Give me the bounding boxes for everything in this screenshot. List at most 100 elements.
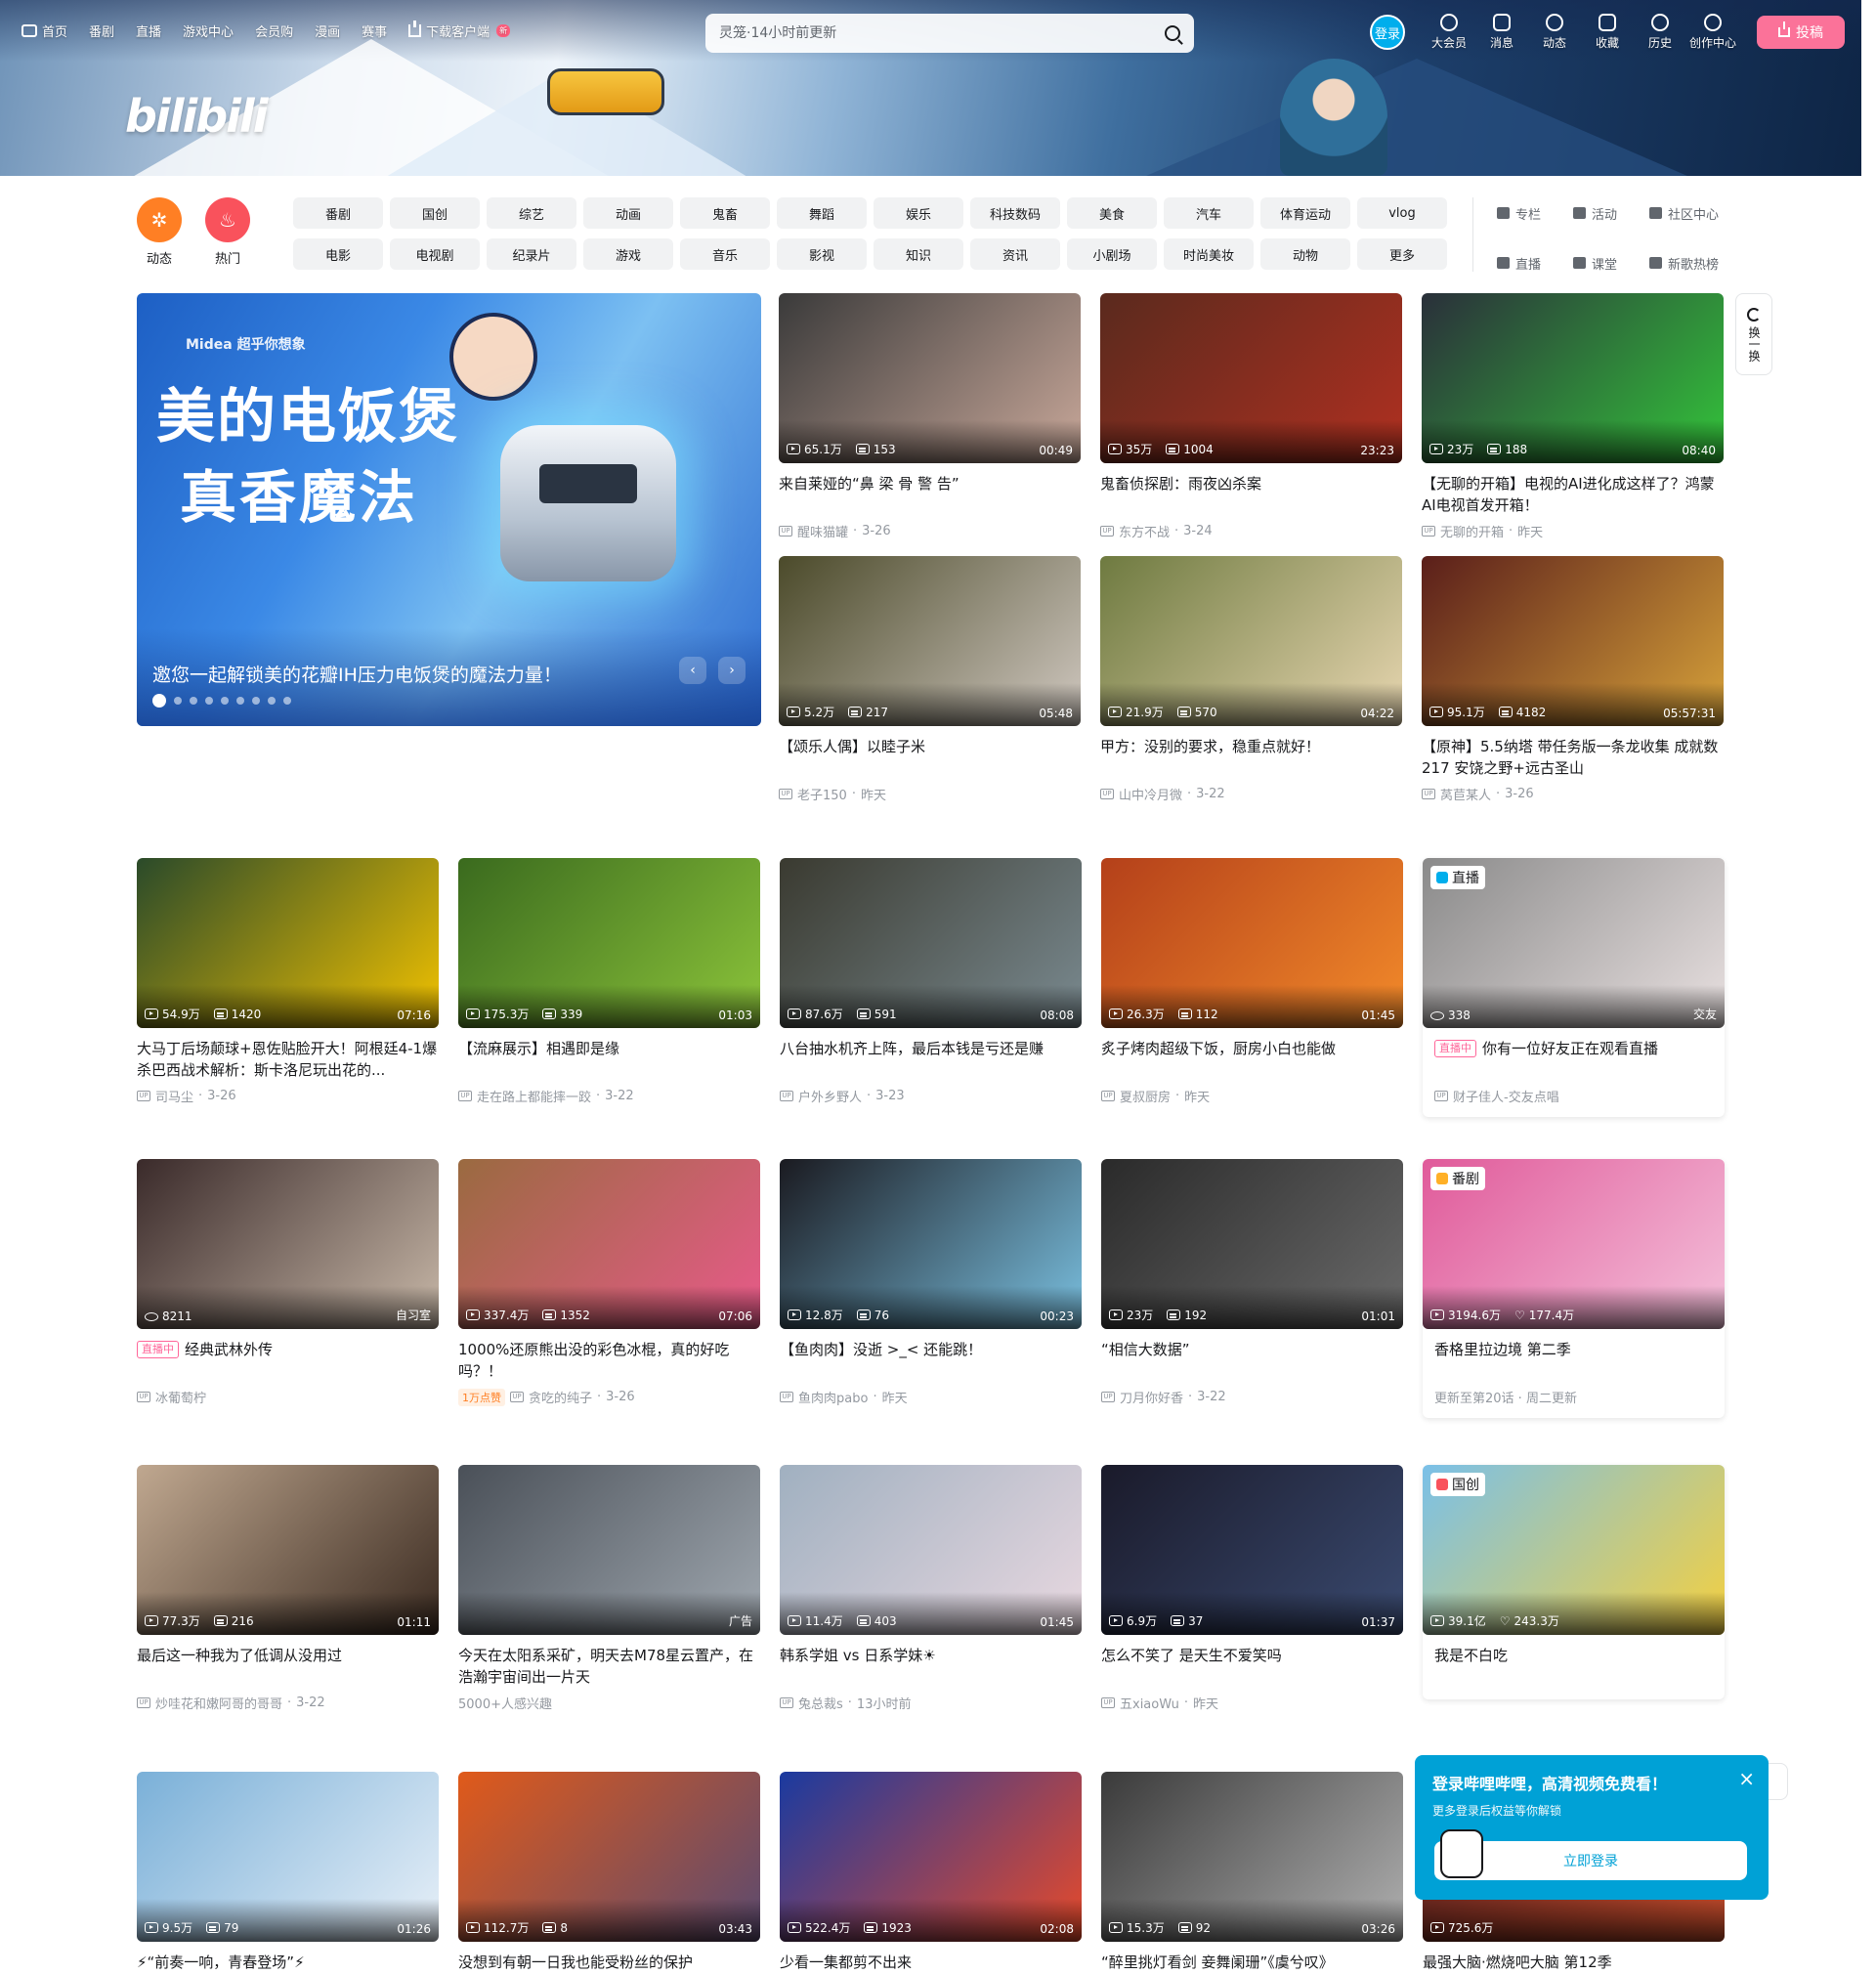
video-thumbnail[interactable]: 9.5万 79 01:26 — [137, 1772, 439, 1942]
video-card[interactable]: 35万 1004 23:23 鬼畜侦探剧：雨夜凶杀案 UP 东方不战 · 3-24 — [1100, 293, 1402, 540]
upload-button[interactable]: 投稿 — [1757, 16, 1845, 49]
video-thumbnail[interactable]: 522.4万 1923 02:08 — [780, 1772, 1082, 1942]
video-thumbnail[interactable]: 26.3万 112 01:45 — [1101, 858, 1403, 1028]
channel-tag[interactable]: 动物 — [1260, 238, 1350, 270]
video-card[interactable]: 广告 今天在太阳系采矿，明天去M78星云置产，在浩瀚宇宙间出一片天 5000+人感兴… — [458, 1465, 760, 1712]
video-title[interactable]: 我是不白吃 — [1423, 1645, 1725, 1688]
video-title[interactable]: 【原神】5.5纳塔 带任务版一条龙收集 成就数217 安饶之野+远古圣山 — [1422, 736, 1724, 779]
video-card[interactable]: 21.9万 570 04:22 甲方：没别的要求，稳重点就好！ UP 山中冷月微 · 3-22 — [1100, 556, 1402, 803]
video-thumbnail[interactable]: 87.6万 591 08:08 — [780, 858, 1082, 1028]
login-button[interactable]: 登录 — [1370, 15, 1405, 50]
video-thumbnail[interactable]: 15.3万 92 03:26 — [1101, 1772, 1403, 1942]
video-title[interactable]: 香格里拉边境 第二季 — [1423, 1339, 1725, 1382]
video-card[interactable]: 8211 自习室 直播中 经典武林外传 UP 冰葡萄柠 — [137, 1159, 439, 1406]
video-card[interactable]: 95.1万 4182 05:57:31 【原神】5.5纳塔 带任务版一条龙收集 成就数… — [1422, 556, 1724, 803]
uploader-name[interactable]: 老子150 — [797, 785, 847, 803]
video-title[interactable]: 怎么不笑了 是天生不爱笑吗 — [1101, 1645, 1403, 1688]
carousel-prev-button[interactable]: ‹ — [679, 657, 706, 684]
video-card[interactable]: 26.3万 112 01:45 炙子烤肉超级下饭，厨房小白也能做 UP 夏叔厨房 · 昨天 — [1101, 858, 1403, 1105]
uploader-name[interactable]: 夏叔厨房 — [1120, 1087, 1171, 1105]
nav-favorites[interactable]: 收藏 — [1581, 14, 1634, 51]
video-thumbnail[interactable]: 23万 192 01:01 — [1101, 1159, 1403, 1329]
video-title[interactable]: 1000%还原熊出没的彩色冰棍，真的好吃吗？！ — [458, 1339, 760, 1382]
video-card[interactable]: 12.8万 76 00:23 【鱼肉肉】没逝 >_< 还能跳！ UP 鱼肉肉pabo · 昨天 — [780, 1159, 1082, 1406]
channel-tag[interactable]: 影视 — [777, 238, 867, 270]
uploader-name[interactable]: 刀月你好香 — [1120, 1388, 1183, 1406]
uploader-name[interactable]: 财子佳人-交友点唱 — [1453, 1087, 1559, 1105]
nav-game-center[interactable]: 游戏中心 — [183, 21, 234, 40]
video-card[interactable]: 112.7万 8 03:43 没想到有朝一日我也能受粉丝的保护 — [458, 1772, 760, 1975]
uploader-name[interactable]: 兔总裁s — [798, 1694, 843, 1712]
channel-tag[interactable]: 资讯 — [970, 238, 1060, 270]
video-thumbnail[interactable]: 337.4万 1352 07:06 — [458, 1159, 760, 1329]
uploader-name[interactable]: 东方不战 — [1119, 522, 1170, 540]
video-card[interactable]: 337.4万 1352 07:06 1000%还原熊出没的彩色冰棍，真的好吃吗？！ 1万… — [458, 1159, 760, 1406]
nav-home[interactable]: 首页 — [21, 21, 67, 40]
uploader-name[interactable]: 走在路上都能摔一跤 — [477, 1087, 591, 1105]
uploader-name[interactable]: 户外乡野人 — [798, 1087, 862, 1105]
channel-tag[interactable]: 纪录片 — [487, 238, 576, 270]
video-thumbnail[interactable]: 65.1万 153 00:49 — [779, 293, 1081, 463]
video-thumbnail[interactable]: 112.7万 8 03:43 — [458, 1772, 760, 1942]
video-card[interactable]: 直播 338 交友 直播中 你有一位好友正在观看直播 UP 财子佳人-交友点唱 — [1423, 858, 1725, 1117]
carousel-dot[interactable] — [205, 697, 213, 705]
video-title[interactable]: 【颂乐人偶】以睦子米 — [779, 736, 1081, 779]
video-title[interactable]: 最强大脑·燃烧吧大脑 第12季 — [1423, 1952, 1725, 1975]
carousel-dot[interactable] — [268, 697, 276, 705]
video-thumbnail[interactable]: 5.2万 217 05:48 — [779, 556, 1081, 726]
video-title[interactable]: 八台抽水机齐上阵，最后本钱是亏还是赚 — [780, 1038, 1082, 1081]
channel-tag[interactable]: 舞蹈 — [777, 197, 867, 229]
carousel-next-button[interactable]: › — [718, 657, 746, 684]
channel-tag[interactable]: vlog — [1357, 197, 1447, 229]
carousel-dot[interactable] — [236, 697, 244, 705]
uploader-name[interactable]: 炒哇花和嫩阿哥的哥哥 — [155, 1694, 282, 1712]
video-thumbnail[interactable]: 54.9万 1420 07:16 — [137, 858, 439, 1028]
channel-extra-link[interactable]: 课堂 — [1573, 247, 1649, 279]
channel-tag[interactable]: 鬼畜 — [680, 197, 770, 229]
nav-creator-center[interactable]: 创作中心 — [1686, 14, 1739, 51]
channel-tag[interactable]: 时尚美妆 — [1164, 238, 1254, 270]
video-title[interactable]: 最后这一种我为了低调从没用过 — [137, 1645, 439, 1688]
video-title[interactable]: 大马丁后场颠球+恩佐贴脸开大！阿根廷4-1爆杀巴西战术解析：斯卡洛尼玩出花的..… — [137, 1038, 439, 1081]
video-thumbnail[interactable]: 35万 1004 23:23 — [1100, 293, 1402, 463]
video-thumbnail[interactable]: 6.9万 37 01:37 — [1101, 1465, 1403, 1635]
video-card[interactable]: 522.4万 1923 02:08 少看一集都剪不出来 — [780, 1772, 1082, 1975]
channel-extra-link[interactable]: 活动 — [1573, 197, 1649, 229]
video-title[interactable]: 炙子烤肉超级下饭，厨房小白也能做 — [1101, 1038, 1403, 1081]
channel-extra-link[interactable]: 直播 — [1497, 247, 1573, 279]
carousel-caption[interactable]: 邀您一起解锁美的花瓣IH压力电饭煲的魔法力量！ — [152, 661, 562, 687]
refresh-button[interactable]: 换一换 — [1735, 293, 1772, 375]
video-thumbnail[interactable]: 21.9万 570 04:22 — [1100, 556, 1402, 726]
uploader-name[interactable]: 冰葡萄柠 — [155, 1388, 206, 1406]
uploader-name[interactable]: 山中冷月微 — [1119, 785, 1182, 803]
video-card[interactable]: 国创 39.1亿 ♡ 243.3万我是不白吃 — [1423, 1465, 1725, 1699]
channel-tag[interactable]: 更多 — [1357, 238, 1447, 270]
channel-hot[interactable]: ♨ 热门 — [205, 197, 250, 267]
uploader-name[interactable]: 莴苣某人 — [1440, 785, 1491, 803]
carousel-dot[interactable] — [174, 697, 182, 705]
uploader-name[interactable]: 五xiaoWu — [1120, 1694, 1179, 1712]
video-thumbnail[interactable]: 8211 自习室 — [137, 1159, 439, 1329]
nav-dynamic[interactable]: 动态 — [1528, 14, 1581, 51]
channel-tag[interactable]: 美食 — [1067, 197, 1157, 229]
carousel-dot[interactable] — [152, 694, 166, 708]
channel-tag[interactable]: 动画 — [583, 197, 673, 229]
channel-tag[interactable]: 娱乐 — [874, 197, 963, 229]
channel-extra-link[interactable]: 新歌热榜 — [1649, 247, 1726, 279]
nav-history[interactable]: 历史 — [1634, 14, 1686, 51]
video-thumbnail[interactable]: 95.1万 4182 05:57:31 — [1422, 556, 1724, 726]
video-thumbnail[interactable]: 直播 338 交友 — [1423, 858, 1725, 1028]
channel-tag[interactable]: 知识 — [874, 238, 963, 270]
video-card[interactable]: 9.5万 79 01:26 ⚡“前奏一响，青春登场”⚡ — [137, 1772, 439, 1975]
uploader-name[interactable]: 鱼肉肉pabo — [798, 1388, 868, 1406]
video-thumbnail[interactable]: 国创 39.1亿 ♡ 243.3万 — [1423, 1465, 1725, 1635]
channel-extra-link[interactable]: 社区中心 — [1649, 197, 1726, 229]
video-card[interactable]: 175.3万 339 01:03 【流麻展示】相遇即是缘 UP 走在路上都能摔一跤 · 3-2… — [458, 858, 760, 1105]
nav-esports[interactable]: 赛事 — [362, 21, 387, 40]
video-thumbnail[interactable]: 175.3万 339 01:03 — [458, 858, 760, 1028]
video-card[interactable]: 77.3万 216 01:11 最后这一种我为了低调从没用过 UP 炒哇花和嫩阿哥的哥哥 ·… — [137, 1465, 439, 1712]
channel-tag[interactable]: 电视剧 — [390, 238, 480, 270]
close-icon[interactable]: × — [1738, 1767, 1755, 1790]
nav-messages[interactable]: 消息 — [1475, 14, 1528, 51]
search-icon[interactable] — [1165, 25, 1180, 41]
